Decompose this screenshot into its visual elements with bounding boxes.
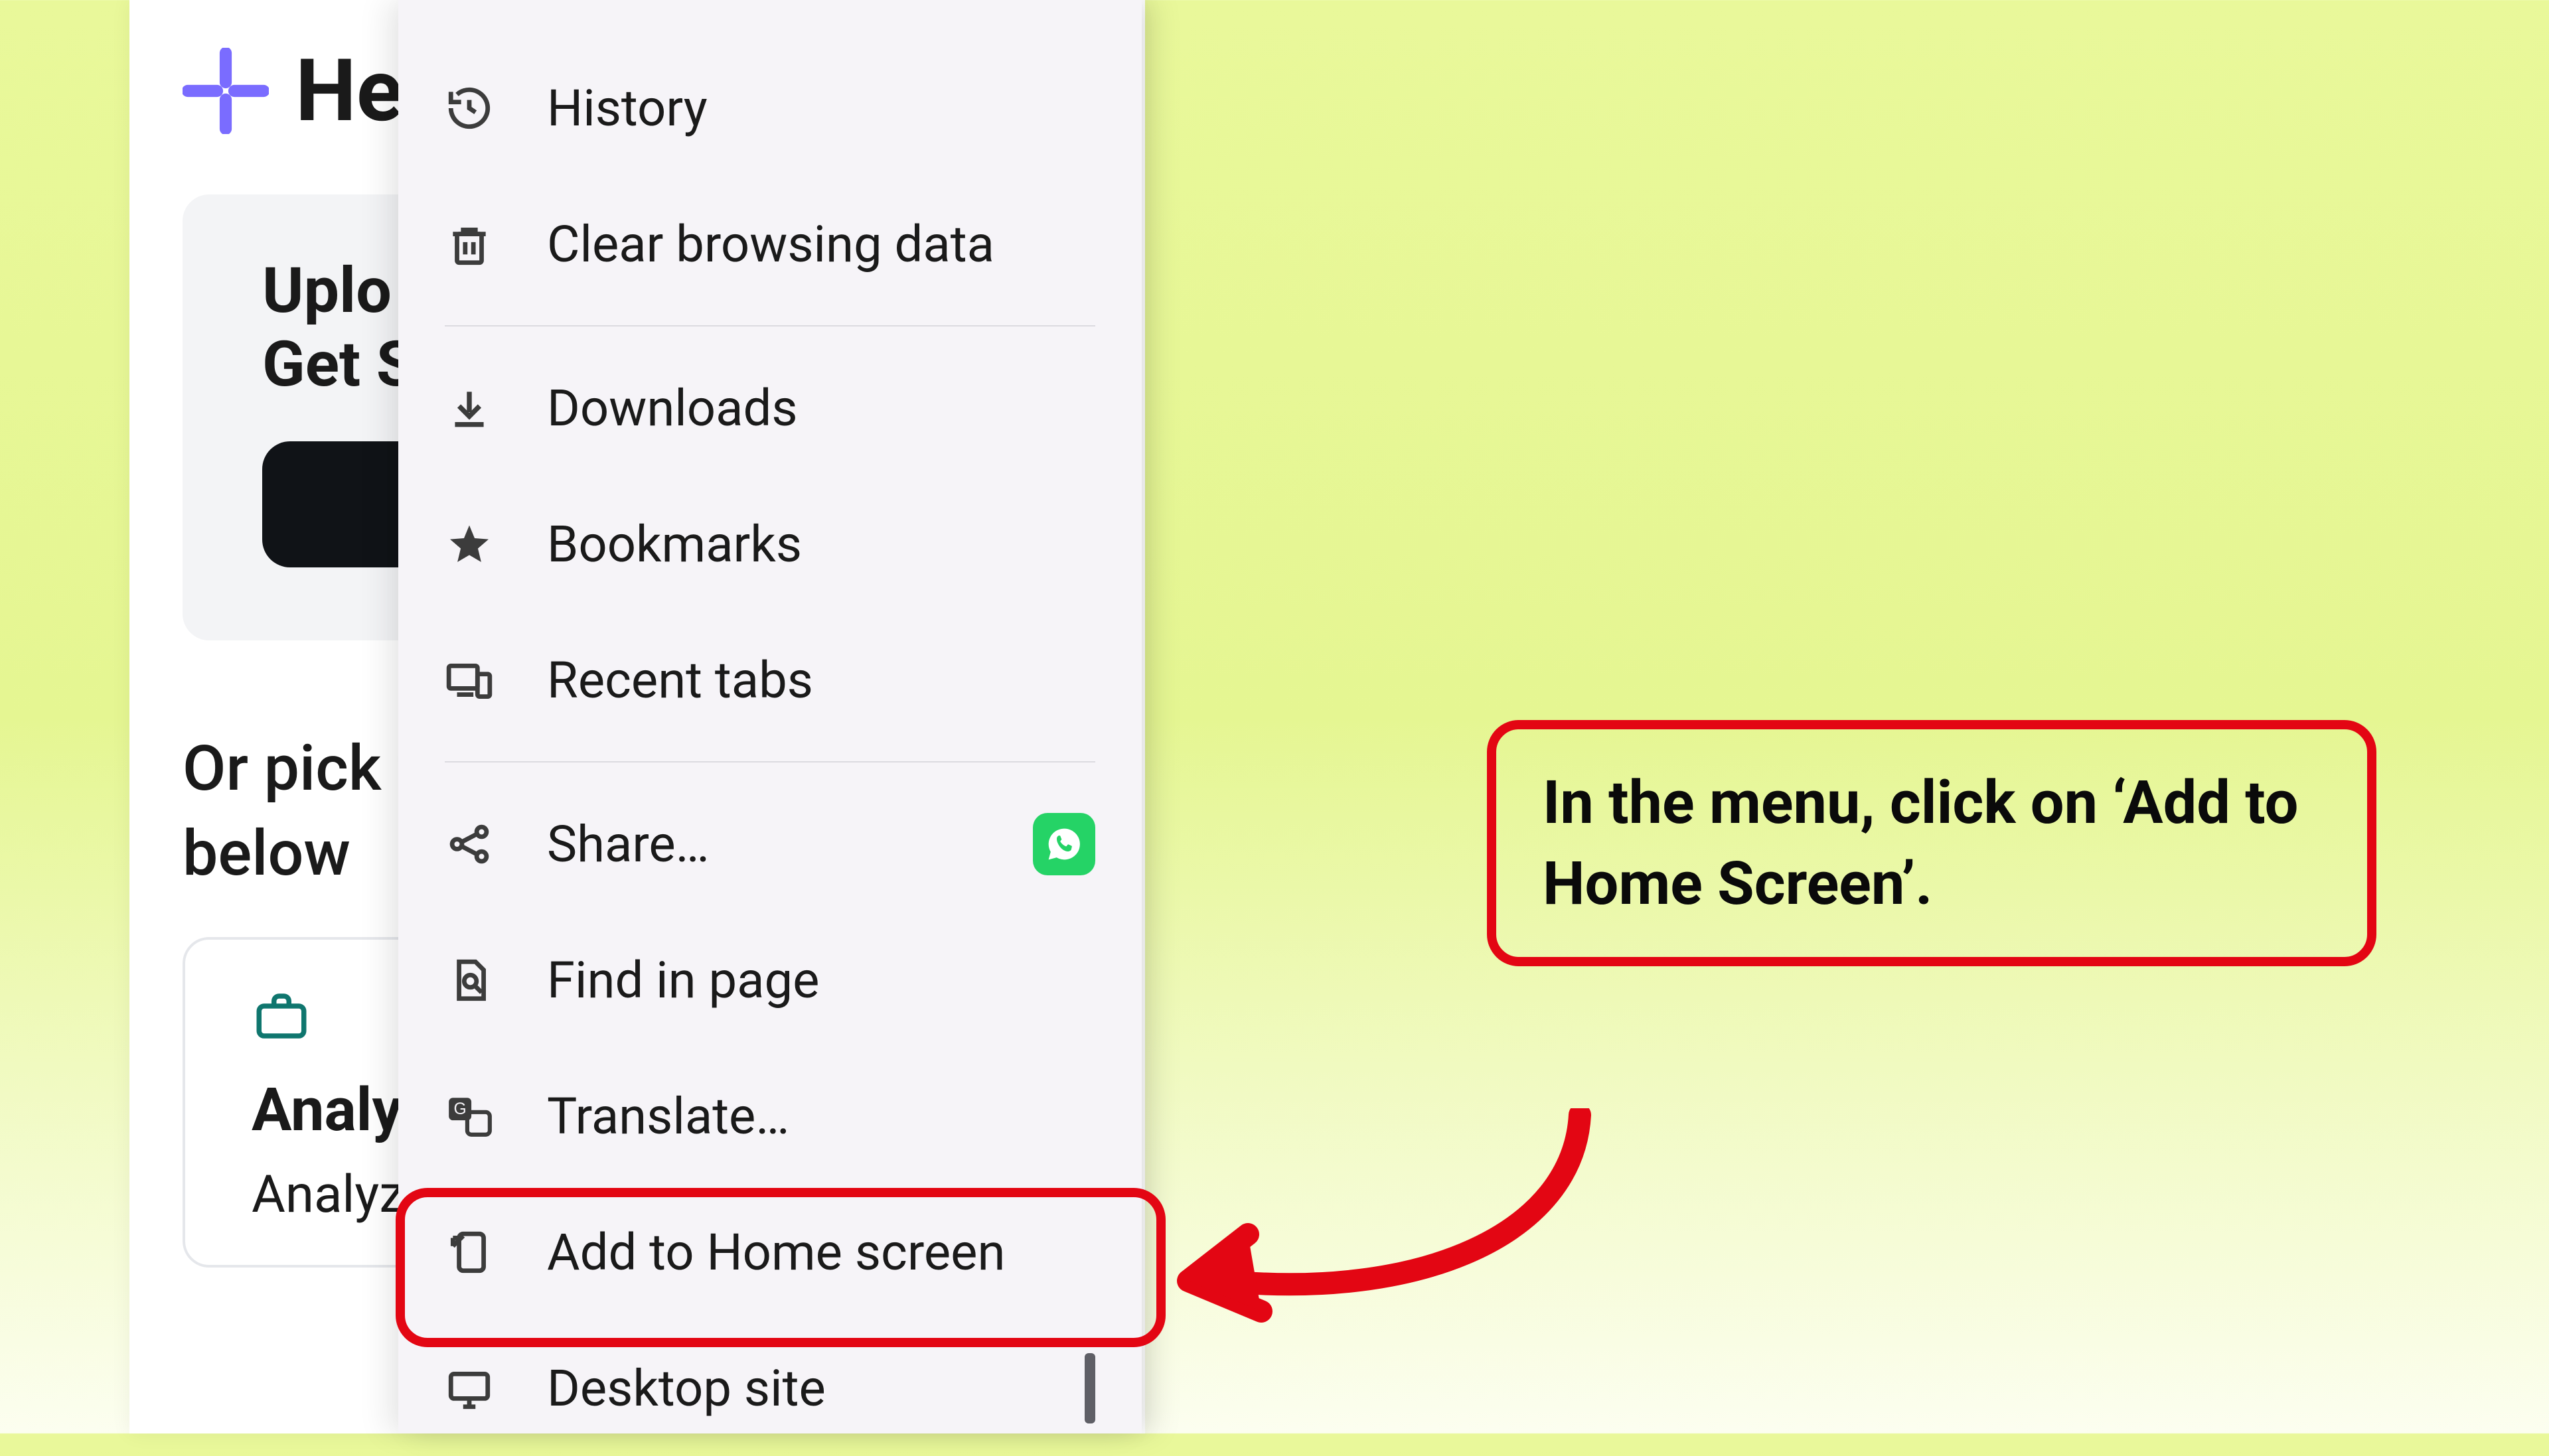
menu-item-add-to-home-screen[interactable]: Add to Home screen xyxy=(398,1184,1142,1320)
checkbox-unchecked-icon xyxy=(1085,1353,1095,1423)
svg-text:G: G xyxy=(454,1100,467,1118)
menu-list: History Clear browsing data xyxy=(398,0,1142,1456)
menu-item-label: Find in page xyxy=(547,950,1095,1010)
desktop-site-checkbox[interactable] xyxy=(1085,1358,1095,1418)
menu-separator xyxy=(445,761,1095,763)
star-icon xyxy=(445,520,494,569)
instruction-text: In the menu, click on ‘Add to Home Scree… xyxy=(1543,763,2321,924)
menu-item-label: Translate… xyxy=(547,1086,1095,1146)
history-icon xyxy=(445,84,494,133)
menu-item-bookmarks[interactable]: Bookmarks xyxy=(398,476,1142,612)
app-title: He xyxy=(295,40,403,141)
menu-item-desktop-site[interactable]: Desktop site xyxy=(398,1320,1142,1456)
menu-item-label: Downloads xyxy=(547,378,1095,438)
find-in-page-icon xyxy=(445,956,494,1005)
download-icon xyxy=(445,384,494,433)
translate-icon: G xyxy=(445,1092,494,1141)
menu-item-label: Clear browsing data xyxy=(547,214,1095,274)
menu-item-label: Desktop site xyxy=(547,1358,1032,1418)
pick-line1: Or pick f xyxy=(183,732,420,806)
menu-item-history[interactable]: History xyxy=(398,40,1142,176)
devices-icon xyxy=(445,656,494,705)
trash-icon xyxy=(445,220,494,269)
menu-item-label: History xyxy=(547,78,1095,138)
share-icon xyxy=(445,820,494,869)
menu-item-label: Recent tabs xyxy=(547,650,1095,710)
menu-item-downloads[interactable]: Downloads xyxy=(398,340,1142,476)
whatsapp-icon xyxy=(1033,813,1095,875)
callout-arrow-icon xyxy=(1168,1108,1606,1354)
menu-item-translate[interactable]: G Translate… xyxy=(398,1048,1142,1184)
menu-item-share[interactable]: Share… xyxy=(398,776,1142,912)
menu-item-clear-browsing-data[interactable]: Clear browsing data xyxy=(398,176,1142,312)
menu-item-label: Bookmarks xyxy=(547,514,1095,574)
pick-line2: below xyxy=(183,817,350,891)
menu-item-recent-tabs[interactable]: Recent tabs xyxy=(398,612,1142,748)
menu-item-label: Share… xyxy=(547,814,980,874)
app-logo-icon xyxy=(183,48,269,134)
browser-overflow-menu: History Clear browsing data xyxy=(398,0,1142,1433)
instruction-callout: In the menu, click on ‘Add to Home Scree… xyxy=(1487,720,2376,966)
menu-item-label: Add to Home screen xyxy=(547,1222,1095,1282)
briefcase-icon xyxy=(252,1036,311,1049)
desktop-icon xyxy=(445,1364,494,1413)
menu-separator xyxy=(445,325,1095,327)
add-to-home-icon xyxy=(445,1228,494,1277)
menu-item-find-in-page[interactable]: Find in page xyxy=(398,912,1142,1048)
